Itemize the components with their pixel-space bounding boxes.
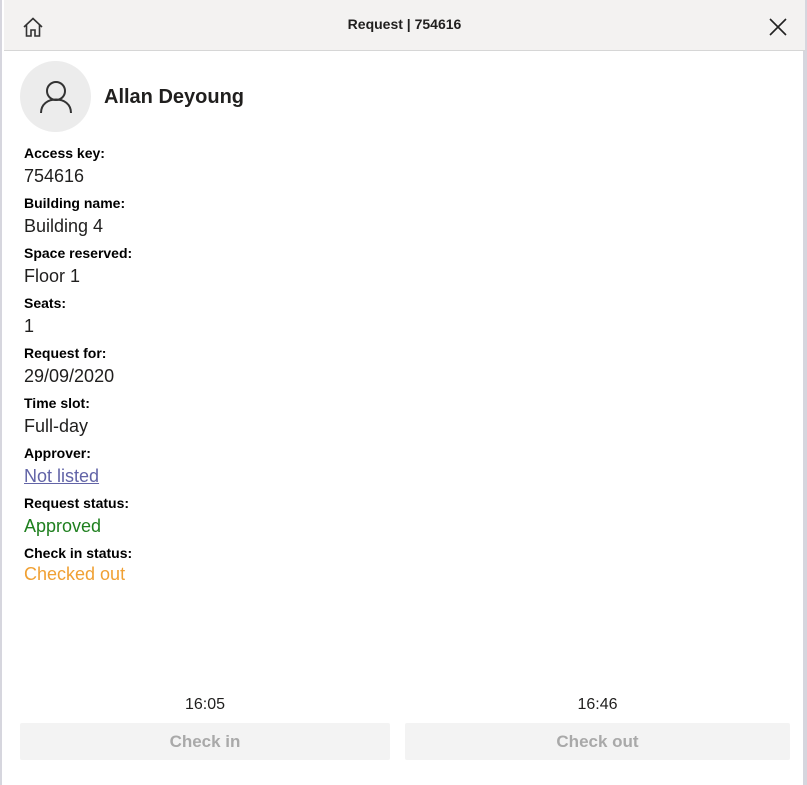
access-key-label: Access key: xyxy=(24,145,105,161)
approver-label: Approver: xyxy=(24,445,91,461)
check-in-status-label: Check in status: xyxy=(24,545,133,561)
time-slot-value: Full-day xyxy=(24,416,89,436)
avatar xyxy=(20,61,91,132)
building-name-label: Building name: xyxy=(24,195,126,211)
close-button[interactable] xyxy=(764,13,792,41)
dialog-title: Request | 754616 xyxy=(347,16,462,32)
request-details: Access key: 754616 Building name: Buildi… xyxy=(24,143,132,593)
check-in-time: 16:05 xyxy=(184,696,226,713)
seats-value: 1 xyxy=(24,316,35,336)
close-icon xyxy=(769,18,787,36)
approver-link[interactable]: Not listed xyxy=(24,463,132,493)
user-name: Allan Deyoung xyxy=(104,86,245,108)
request-status-label: Request status: xyxy=(24,495,130,511)
check-out-button[interactable]: Check out xyxy=(405,723,790,760)
building-name-value: Building 4 xyxy=(24,216,104,236)
check-in-status-value: Checked out xyxy=(24,564,126,584)
request-for-value: 29/09/2020 xyxy=(24,366,115,386)
access-key-value: 754616 xyxy=(24,166,85,186)
space-reserved-value: Floor 1 xyxy=(24,266,81,286)
request-dialog: Request | 754616 Allan Deyoung Access ke… xyxy=(0,0,807,785)
request-for-label: Request for: xyxy=(24,345,107,361)
check-out-time: 16:46 xyxy=(577,696,618,713)
time-slot-label: Time slot: xyxy=(24,395,90,411)
check-in-button[interactable]: Check in xyxy=(20,723,390,760)
space-reserved-label: Space reserved: xyxy=(24,245,133,261)
seats-label: Seats: xyxy=(24,295,67,311)
header-bar: Request | 754616 xyxy=(4,0,805,51)
request-status-value: Approved xyxy=(24,516,102,536)
person-icon xyxy=(39,80,72,113)
